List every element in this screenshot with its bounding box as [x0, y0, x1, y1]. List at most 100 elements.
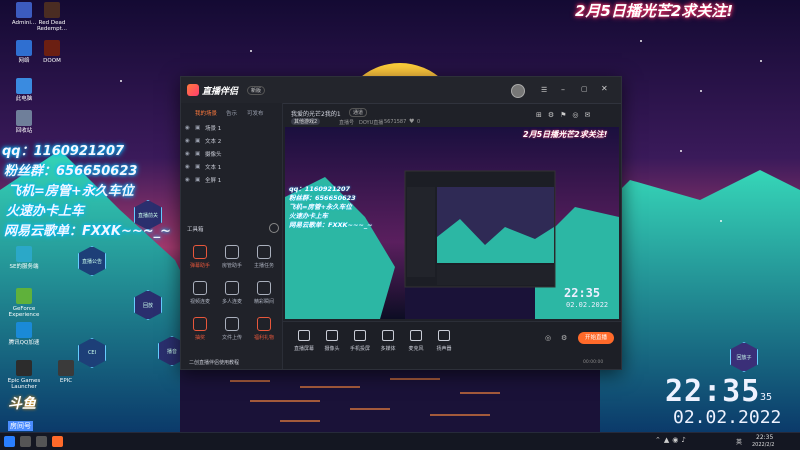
desktop-icon[interactable]: Epic Games Launcher	[2, 360, 46, 390]
desktop-icon-label: 此电脑	[15, 96, 33, 102]
desktop-icon[interactable]: EPIC	[44, 360, 88, 384]
like-icon: ♥	[409, 118, 415, 125]
lock-icon[interactable]: ▣	[195, 164, 205, 170]
stream-title[interactable]: 我爱的光芒2我的1	[291, 109, 341, 118]
overlay-line: qq：1160921207	[2, 144, 125, 159]
top-banner: 2月5日播光芒2求关注!	[575, 2, 734, 20]
version-badge[interactable]: 新版	[247, 86, 266, 95]
desktop-icon[interactable]: GeForce Experience	[2, 288, 46, 318]
desktop-icon[interactable]: SE的服务端	[2, 246, 46, 270]
tab-publish[interactable]: 可发布	[247, 109, 264, 117]
tool-label: 房管助手	[221, 263, 242, 269]
overlay-line: 粉丝群：656650623	[4, 164, 138, 179]
scene-layer[interactable]: ◉ ▣ 全屏 1	[185, 175, 277, 185]
scene-layer[interactable]: ◉ ▣ 场景 1	[185, 123, 277, 133]
tool-label: 抽奖	[194, 335, 205, 341]
tool-icon	[193, 281, 207, 295]
tray-icons[interactable]: ⌃▲◉♪	[655, 436, 689, 444]
tab-notice[interactable]: 告示	[226, 109, 237, 117]
tool-item[interactable]: 房管助手	[221, 245, 243, 269]
taskbar-date[interactable]: 2022/2/2	[752, 442, 774, 448]
douyu-logo: 斗鱼	[8, 396, 36, 412]
tools-settings-icon[interactable]	[269, 223, 279, 233]
bottom-toolbar-button[interactable]: 扬声器	[433, 330, 455, 352]
tools-header: 工具箱	[187, 227, 204, 233]
bottom-toolbar-button[interactable]: 摄像头	[321, 330, 343, 352]
streaming-app-window[interactable]: 直播伴侣 新版 ☰ – ▢ ✕ 我的场景 告示 可发布 ◉ ▣ 场景 1 ◉ ▣ 文本 2…	[180, 76, 622, 370]
tool-label: 多人连麦	[221, 299, 242, 305]
tool-icon	[257, 281, 271, 295]
notice-link[interactable]: 二创直播伴侣使用教程	[189, 359, 239, 366]
search-icon[interactable]	[20, 436, 31, 447]
eye-icon[interactable]: ◉	[185, 125, 195, 131]
meta-3: 5671587	[384, 119, 407, 125]
settings-icon[interactable]: ⚙	[561, 334, 567, 342]
app-taskbar-icon[interactable]	[52, 436, 63, 447]
desktop-icon-label: DOOM	[43, 58, 61, 64]
desktop-icon-label: Epic Games Launcher	[7, 378, 41, 391]
tool-item[interactable]: 福利礼物	[253, 317, 275, 341]
desktop-icon-image	[44, 40, 60, 56]
preview-clock-time: 22:35	[564, 286, 601, 300]
bottom-toolbar-button[interactable]: 麦克风	[405, 330, 427, 352]
lock-icon[interactable]: ▣	[195, 138, 205, 144]
desktop-icon[interactable]: 回收站	[2, 110, 46, 134]
scene-layer[interactable]: ◉ ▣ 文本 1	[185, 162, 277, 172]
tool-item[interactable]: 视频连麦	[189, 281, 211, 305]
scene-layer[interactable]: ◉ ▣ 摄像头	[185, 149, 277, 159]
preview-toggle-icon[interactable]: ◎	[545, 334, 551, 342]
tray-lang[interactable]: 英	[736, 437, 742, 446]
desktop-icon-image	[16, 246, 32, 262]
bottom-toolbar-icon	[410, 330, 422, 341]
lock-icon[interactable]: ▣	[195, 177, 205, 183]
desktop-icon-label: GeForce Experience	[8, 306, 40, 319]
stream-tag[interactable]: 通道	[349, 108, 368, 117]
desktop-icon-image	[44, 2, 60, 18]
tab-my-scene[interactable]: 我的场景	[195, 109, 217, 117]
menu-icon[interactable]: ☰	[541, 86, 547, 94]
stream-duration: 00:00:00	[583, 360, 604, 365]
category-tag[interactable]: 其他游戏2	[291, 118, 321, 125]
eye-icon[interactable]: ◉	[185, 164, 195, 170]
bottom-toolbar-button[interactable]: 直播屏幕	[293, 330, 315, 352]
taskview-icon[interactable]	[36, 436, 47, 447]
tool-label: 视频连麦	[189, 299, 210, 305]
live-preview[interactable]: 2月5日播光芒2求关注! qq：1160921207 粉丝群：656650623 飞…	[285, 127, 619, 319]
tool-item[interactable]: 多人连麦	[221, 281, 243, 305]
eye-icon[interactable]: ◉	[185, 151, 195, 157]
lock-icon[interactable]: ▣	[195, 125, 205, 131]
desktop-icon[interactable]: 腾讯QQ加速	[2, 322, 46, 346]
close-icon[interactable]: ✕	[601, 84, 608, 93]
desktop-icon-image	[16, 110, 32, 126]
tool-item[interactable]: 文件上传	[221, 317, 243, 341]
scene-layer[interactable]: ◉ ▣ 文本 2	[185, 136, 277, 146]
tool-label: 福利礼物	[253, 335, 274, 341]
bottom-toolbar-button[interactable]: 手机投屏	[349, 330, 371, 352]
bottom-toolbar-button[interactable]: 多媒体	[377, 330, 399, 352]
desktop-icon[interactable]: DOOM	[30, 40, 74, 64]
start-stream-button[interactable]: 开始直播	[578, 332, 614, 344]
like-count: 0	[417, 119, 421, 125]
layer-name: 摄像头	[205, 152, 222, 158]
desktop-icon[interactable]: 此电脑	[2, 78, 46, 102]
maximize-icon[interactable]: ▢	[581, 85, 588, 93]
minimize-icon[interactable]: –	[561, 85, 565, 94]
app-titlebar: 直播伴侣 新版 ☰ – ▢ ✕	[181, 77, 621, 104]
tool-item[interactable]: 主播任务	[253, 245, 275, 269]
eye-icon[interactable]: ◉	[185, 177, 195, 183]
desktop-clock-seconds: 35	[760, 392, 773, 403]
tool-item[interactable]: 精彩瞬间	[253, 281, 275, 305]
tool-item[interactable]: 弹幕助手	[189, 245, 211, 269]
avatar[interactable]	[511, 84, 525, 98]
eye-icon[interactable]: ◉	[185, 138, 195, 144]
header-icons[interactable]: ⊞⚙⚑◎✉	[536, 111, 596, 119]
meta-1: 直播号	[339, 120, 355, 126]
desktop-icon[interactable]: Red Dead Redempt...	[30, 2, 74, 32]
lock-icon[interactable]: ▣	[195, 151, 205, 157]
tool-item[interactable]: 抽奖	[189, 317, 211, 341]
start-icon[interactable]	[4, 436, 15, 447]
taskbar-clock[interactable]: 22:35	[756, 434, 773, 441]
desktop-clock-time: 22:35	[665, 374, 761, 409]
layer-name: 文本 1	[205, 165, 222, 171]
desktop: Admini... Red Dead Redempt... 网络 DOOM 此电脑 回收站…	[0, 0, 800, 450]
